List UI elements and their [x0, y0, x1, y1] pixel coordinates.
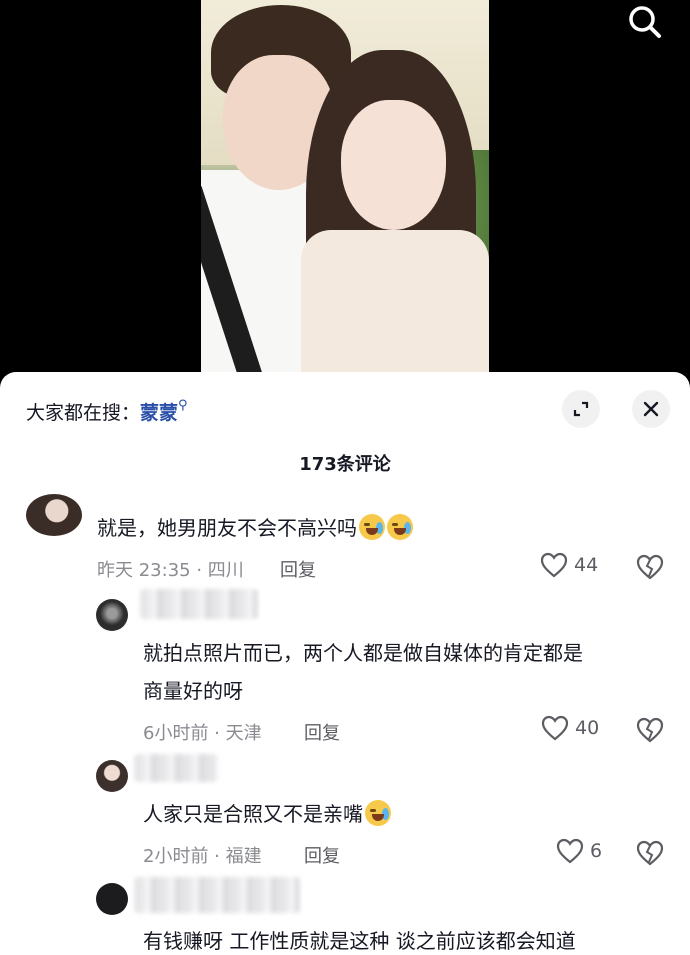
heart-icon	[556, 838, 584, 864]
dislike-button[interactable]	[636, 554, 664, 584]
avatar[interactable]	[96, 760, 128, 792]
comment-count: 173条评论	[299, 454, 391, 475]
crying-laughing-emoji	[359, 514, 385, 540]
comment-text-continued: 商量好的呀	[143, 679, 243, 703]
sheet-header: 大家都在搜：蒙蒙⚲	[0, 372, 690, 450]
comment-text: 就是，她男朋友不会不高兴吗	[97, 510, 413, 547]
comment-sheet: 大家都在搜：蒙蒙⚲ 173条评论 就是，她男朋友不会不高兴吗 昨天 23:35 …	[0, 372, 690, 955]
like-count: 40	[575, 717, 600, 739]
like-button[interactable]: 44	[540, 552, 598, 578]
blurred-username	[134, 877, 300, 913]
reply-button[interactable]: 回复	[280, 556, 316, 582]
trending-prefix: 大家都在搜：	[26, 402, 141, 424]
avatar[interactable]	[96, 599, 128, 631]
broken-heart-icon	[636, 840, 664, 866]
trending-term[interactable]: 蒙蒙	[140, 402, 178, 424]
trending-search-link[interactable]: 大家都在搜：蒙蒙⚲	[26, 398, 188, 425]
avatar[interactable]	[26, 494, 82, 536]
broken-heart-icon	[636, 554, 664, 580]
like-count: 44	[574, 554, 599, 576]
search-icon	[629, 6, 661, 38]
close-icon	[643, 401, 659, 417]
video-frame	[201, 0, 489, 372]
comment-meta: 6小时前 · 天津	[143, 723, 262, 744]
like-button[interactable]: 6	[556, 838, 602, 864]
small-search-icon: ⚲	[178, 398, 188, 413]
crying-laughing-emoji	[387, 514, 413, 540]
reply-button[interactable]: 回复	[304, 842, 340, 868]
broken-heart-icon	[636, 717, 664, 743]
comment-item: 就是，她男朋友不会不高兴吗 昨天 23:35 · 四川 回复 44	[0, 492, 690, 587]
expand-icon	[573, 401, 589, 417]
blurred-username	[140, 589, 258, 619]
dislike-button[interactable]	[636, 840, 664, 870]
close-button[interactable]	[632, 390, 670, 428]
reply-item: 就拍点照片而已，两个人都是做自媒体的肯定都是 商量好的呀 6小时前 · 天津 回…	[0, 587, 690, 745]
comment-text: 有钱赚呀 工作性质就是这种 谈之前应该都会知道	[143, 929, 576, 953]
comment-text: 人家只是合照又不是亲嘴	[143, 796, 391, 833]
video-player[interactable]	[0, 0, 690, 380]
comment-meta: 昨天 23:35 · 四川	[97, 560, 244, 581]
dislike-button[interactable]	[636, 717, 664, 747]
avatar[interactable]	[96, 883, 128, 915]
heart-icon	[540, 552, 568, 578]
search-button[interactable]	[622, 0, 668, 42]
crying-emoji	[365, 800, 391, 826]
expand-button[interactable]	[562, 390, 600, 428]
blurred-username	[134, 754, 218, 782]
reply-item: 有钱赚呀 工作性质就是这种 谈之前应该都会知道	[0, 877, 690, 955]
heart-icon	[541, 715, 569, 741]
reply-item: 人家只是合照又不是亲嘴 2小时前 · 福建 回复 6	[0, 754, 690, 869]
like-button[interactable]: 40	[541, 715, 599, 741]
like-count: 6	[590, 840, 603, 862]
reply-button[interactable]: 回复	[304, 719, 340, 745]
comment-text: 就拍点照片而已，两个人都是做自媒体的肯定都是	[143, 641, 583, 665]
comment-meta: 2小时前 · 福建	[143, 846, 262, 867]
